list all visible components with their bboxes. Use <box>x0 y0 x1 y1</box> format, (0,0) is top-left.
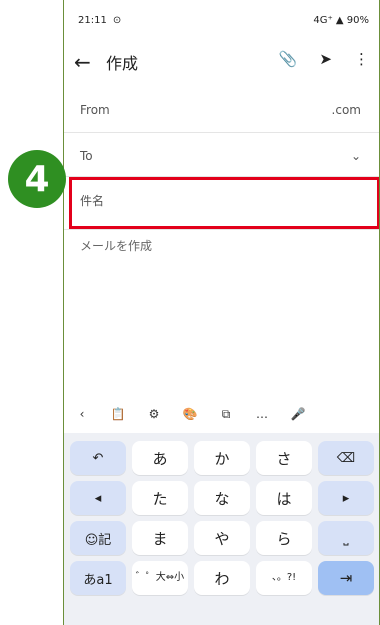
key-space[interactable]: ⎵ <box>318 521 374 555</box>
key-input-mode[interactable]: あa1 <box>70 561 126 595</box>
key-punctuation[interactable]: 、。?! <box>256 561 312 595</box>
attach-icon[interactable]: 📎 <box>279 50 298 68</box>
from-label: From <box>80 103 110 117</box>
key-ha[interactable]: は <box>256 481 312 515</box>
divider <box>64 132 379 133</box>
key-a[interactable]: あ <box>132 441 188 475</box>
status-bar: 21:11 ⊙ 4G⁺ ▲ 90% <box>78 10 369 30</box>
keyboard-row: ◂ た な は ▸ <box>70 481 374 515</box>
status-time: 21:11 <box>78 14 107 26</box>
from-field[interactable]: From .com <box>64 90 379 130</box>
to-field[interactable]: To ⌄ <box>64 136 379 176</box>
keyboard-row: ↶ あ か さ ⌫ <box>70 441 374 475</box>
send-icon[interactable]: ➤ <box>319 50 332 68</box>
key-undo[interactable]: ↶ <box>70 441 126 475</box>
key-ta[interactable]: た <box>132 481 188 515</box>
keyboard-back-icon[interactable]: ‹ <box>64 407 100 421</box>
key-enter[interactable]: ⇥ <box>318 561 374 595</box>
to-chevron-icon[interactable]: ⌄ <box>351 149 361 163</box>
keyboard-toolbar: ‹ 📋 ⚙ 🎨 ⧉ … 🎤 <box>64 397 379 431</box>
keyboard-row: あa1 ゛゜大⇔小 わ 、。?! ⇥ <box>70 561 374 595</box>
divider <box>64 229 379 230</box>
key-left[interactable]: ◂ <box>70 481 126 515</box>
compose-body-placeholder[interactable]: メールを作成 <box>80 237 152 254</box>
keyboard-row: ☺記 ま や ら ⎵ <box>70 521 374 555</box>
theme-icon[interactable]: 🎨 <box>172 407 208 421</box>
back-arrow-icon[interactable]: ← <box>74 50 104 74</box>
more-options-icon[interactable]: ⋮ <box>354 50 369 68</box>
key-ka[interactable]: か <box>194 441 250 475</box>
subject-highlight-box <box>69 177 379 229</box>
key-ya[interactable]: や <box>194 521 250 555</box>
app-bar-actions: 📎 ➤ ⋮ <box>279 50 369 68</box>
key-wa[interactable]: わ <box>194 561 250 595</box>
app-bar: ← 作成 📎 ➤ ⋮ <box>64 42 379 82</box>
status-icon: ⊙ <box>112 14 122 26</box>
floating-keyboard-icon[interactable]: ⧉ <box>208 407 244 422</box>
page-title: 作成 <box>106 54 139 73</box>
key-ma[interactable]: ま <box>132 521 188 555</box>
to-label: To <box>80 149 93 163</box>
keyboard: ↶ あ か さ ⌫ ◂ た な は ▸ ☺記 ま や ら ⎵ あa1 ゛゜大⇔小… <box>64 433 379 625</box>
settings-icon[interactable]: ⚙ <box>136 407 172 421</box>
from-value: .com <box>331 103 361 117</box>
key-dakuten[interactable]: ゛゜大⇔小 <box>132 561 188 595</box>
key-backspace[interactable]: ⌫ <box>318 441 374 475</box>
phone-screen: 21:11 ⊙ 4G⁺ ▲ 90% ← 作成 📎 ➤ ⋮ From .com T… <box>63 0 380 625</box>
key-emoji-symbol[interactable]: ☺記 <box>70 521 126 555</box>
key-na[interactable]: な <box>194 481 250 515</box>
key-ra[interactable]: ら <box>256 521 312 555</box>
key-sa[interactable]: さ <box>256 441 312 475</box>
key-right[interactable]: ▸ <box>318 481 374 515</box>
step-number-badge: 4 <box>8 150 66 208</box>
clipboard-icon[interactable]: 📋 <box>100 407 136 421</box>
more-icon[interactable]: … <box>244 407 280 421</box>
status-right: 4G⁺ ▲ 90% <box>313 14 369 26</box>
mic-off-icon[interactable]: 🎤 <box>280 407 316 421</box>
